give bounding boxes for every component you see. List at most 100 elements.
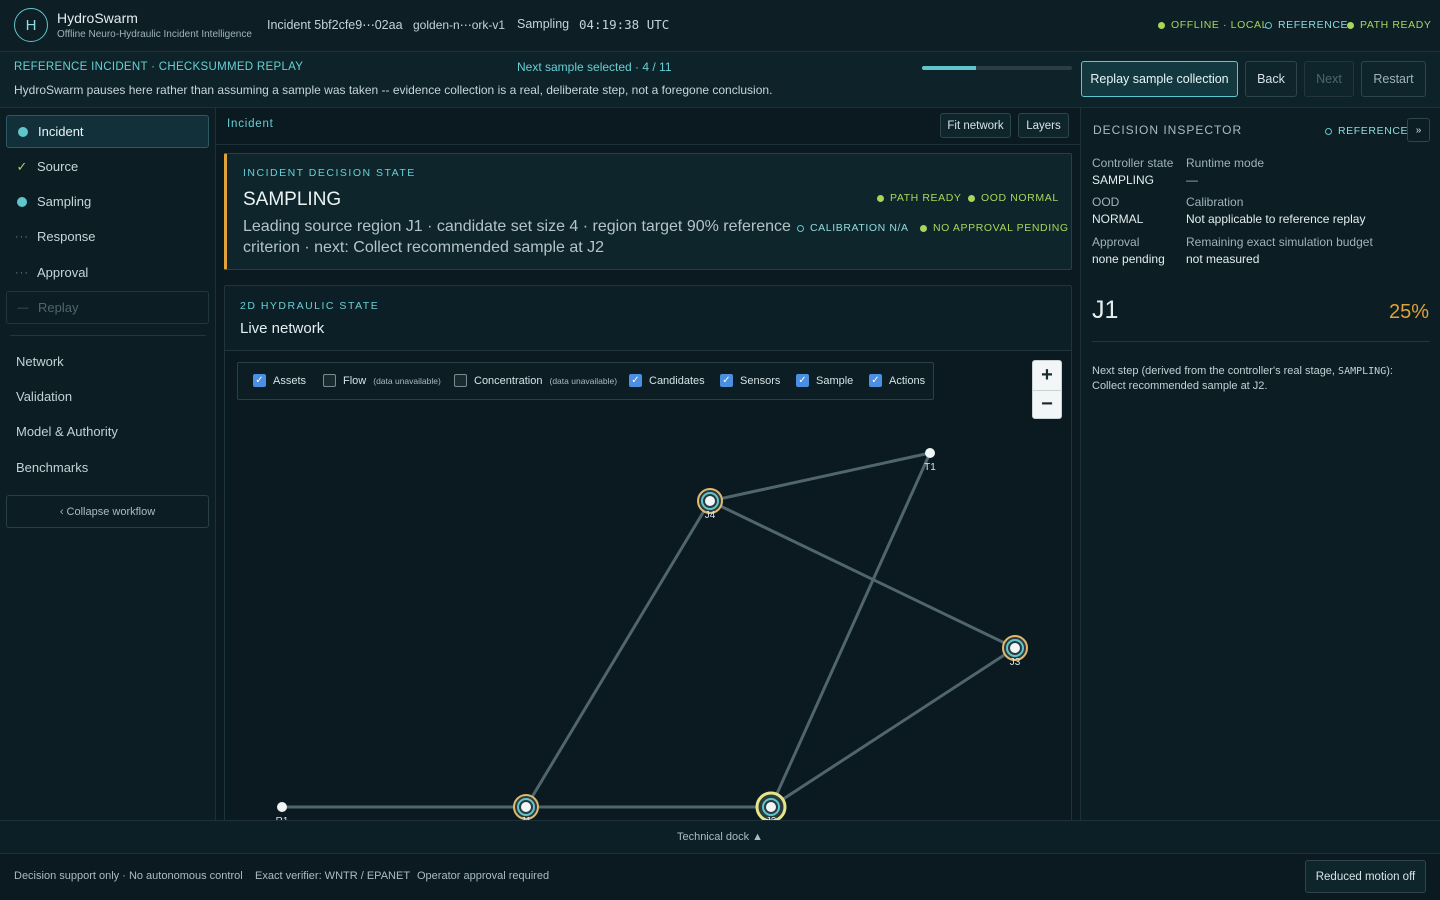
map-kicker: 2D HYDRAULIC STATE — [240, 300, 380, 312]
next-sample-text: Next sample selected · 4 / 11 — [517, 60, 672, 74]
layer-toggle-sample[interactable]: ✓ Sample — [796, 374, 853, 387]
app-logo: H — [14, 8, 48, 42]
workflow-item-incident[interactable]: Incident — [6, 115, 209, 148]
workflow-item-approval[interactable]: ··· Approval — [6, 256, 209, 289]
technical-dock[interactable]: Technical dock ▲ — [0, 820, 1440, 854]
layer-toggle-assets[interactable]: ✓ Assets — [253, 374, 306, 387]
status-ring-icon — [797, 224, 804, 232]
checkbox-checked-icon[interactable]: ✓ — [720, 374, 733, 387]
workflow-sidebar: Incident ✓ Source Sampling ··· Response … — [0, 108, 216, 820]
field-label: OOD — [1092, 195, 1120, 209]
workflow-item-replay[interactable]: — Replay — [6, 291, 209, 324]
layer-label: Assets — [273, 374, 307, 387]
zoom-in-button[interactable]: + — [1033, 361, 1061, 390]
layer-label: Actions — [889, 374, 926, 387]
replay-sample-button[interactable]: Replay sample collection — [1081, 61, 1238, 97]
workflow-item-response[interactable]: ··· Response — [6, 220, 209, 253]
main-panel: Incident Fit network Layers INCIDENT DEC… — [216, 108, 1080, 820]
decision-kicker: INCIDENT DECISION STATE — [243, 167, 416, 179]
collapse-workflow-button[interactable]: ‹ Collapse workflow — [6, 495, 209, 528]
sidebar-link-network[interactable]: Network — [16, 354, 64, 369]
pending-icon: ··· — [15, 230, 29, 243]
restart-button[interactable]: Restart — [1361, 61, 1426, 97]
decision-title: SAMPLING — [243, 189, 342, 210]
sidebar-link-validation[interactable]: Validation — [16, 389, 72, 404]
next-step-action: Collect recommended sample at J2. — [1092, 380, 1268, 392]
technical-dock-toggle[interactable]: Technical dock ▲ — [0, 831, 1440, 843]
sidebar-link-model-authority[interactable]: Model & Authority — [16, 424, 118, 439]
replay-progress — [922, 66, 1072, 70]
node-label: J3 — [1010, 657, 1021, 668]
field-label: Remaining exact simulation budget — [1186, 235, 1373, 249]
node-j1[interactable]: J1 — [513, 794, 539, 820]
layer-note: (data unavailable) — [549, 375, 618, 386]
pipe-J4-T1[interactable] — [709, 451, 931, 503]
layer-toggle-sensors[interactable]: ✓ Sensors — [720, 374, 780, 387]
field-value: Not applicable to reference replay — [1186, 212, 1366, 226]
layer-toggle-concentration[interactable]: Concentration (data unavailable) — [454, 374, 617, 387]
decision-body: Leading source region J1 · candidate set… — [243, 218, 791, 256]
next-step-text: Next step (derived from the controller's… — [1092, 365, 1393, 392]
checkbox-unchecked-icon[interactable] — [323, 374, 336, 387]
field-label: Approval — [1092, 235, 1140, 249]
expand-inspector-button[interactable]: » — [1407, 118, 1430, 142]
layer-label: Candidates — [649, 374, 705, 387]
field-label: Runtime mode — [1186, 156, 1265, 170]
workflow-item-source[interactable]: ✓ Source — [6, 150, 209, 183]
pipe-J1-J4[interactable] — [524, 500, 712, 808]
layer-toggle-flow[interactable]: Flow (data unavailable) — [323, 374, 441, 387]
map-header: 2D HYDRAULIC STATE Live network — [225, 286, 1071, 351]
stage-label: Sampling — [517, 17, 570, 31]
layer-toggle-candidates[interactable]: ✓ Candidates — [629, 374, 705, 387]
layer-toggle-actions[interactable]: ✓ Actions — [869, 374, 925, 387]
replay-progress-fill — [922, 66, 976, 70]
network-id: golden-n⋯ork-v1 — [413, 18, 506, 32]
layer-label: Concentration — [474, 374, 543, 387]
pipe-J4-J3[interactable] — [709, 499, 1016, 650]
network-map-card: J4 T1 J3 R1 J1 J2 2D HYDRAULIC STATE Live net… — [224, 285, 1072, 820]
sidebar-divider — [10, 335, 206, 336]
checkbox-checked-icon[interactable]: ✓ — [629, 374, 642, 387]
status-ring-icon — [1265, 21, 1272, 29]
next-step-stage: SAMPLING — [1338, 366, 1387, 377]
field-label: Controller state — [1092, 156, 1174, 170]
workflow-item-sampling[interactable]: Sampling — [6, 185, 209, 218]
node-label: J4 — [705, 510, 716, 521]
approval-badge: NO APPROVAL PENDING — [920, 222, 1069, 234]
checkbox-checked-icon[interactable]: ✓ — [796, 374, 809, 387]
layers-button[interactable]: Layers — [1018, 113, 1069, 138]
reduced-motion-button[interactable]: Reduced motion off — [1305, 860, 1426, 893]
workflow-item-label: Incident — [38, 124, 84, 139]
back-button[interactable]: Back — [1245, 61, 1297, 97]
next-button[interactable]: Next — [1304, 61, 1354, 97]
calibration-badge: CALIBRATION N/A — [797, 222, 909, 234]
node-j2[interactable]: J2 — [755, 791, 787, 820]
footer-approval: Operator approval required — [417, 870, 550, 882]
layer-note: (data unavailable) — [373, 375, 441, 386]
checkbox-checked-icon[interactable]: ✓ — [253, 374, 266, 387]
field-label: Calibration — [1186, 195, 1244, 209]
status-ring-icon — [1325, 127, 1332, 135]
layer-toggles: ✓ Assets Flow (data unavailable) Concentrati… — [237, 362, 934, 400]
checkbox-checked-icon[interactable]: ✓ — [869, 374, 882, 387]
workflow-item-label: Approval — [37, 265, 89, 280]
footer: Decision support only · No autonomous co… — [0, 854, 1440, 900]
node-j3[interactable]: J3 — [1002, 635, 1028, 668]
field-value: SAMPLING — [1092, 173, 1155, 187]
checkbox-unchecked-icon[interactable] — [454, 374, 467, 387]
main-divider — [216, 144, 1080, 145]
node-r1[interactable]: R1 — [276, 802, 289, 820]
tab-incident[interactable]: Incident — [227, 118, 274, 130]
sidebar-link-benchmarks[interactable]: Benchmarks — [16, 460, 88, 475]
inspector-reference-badge: REFERENCE — [1325, 125, 1408, 137]
banner-body: HydroSwarm pauses here rather than assum… — [14, 83, 773, 97]
pending-icon: ··· — [15, 266, 29, 279]
decision-inspector: DECISION INSPECTOR REFERENCE » Controlle… — [1080, 108, 1440, 820]
offline-status: OFFLINE · LOCAL — [1158, 19, 1268, 31]
zoom-control: + − — [1032, 360, 1062, 419]
disabled-dash-icon: — — [17, 301, 29, 314]
fit-network-button[interactable]: Fit network — [940, 113, 1011, 138]
app-name: HydroSwarm — [57, 10, 138, 26]
zoom-out-button[interactable]: − — [1033, 390, 1061, 419]
layer-label: Flow — [343, 374, 367, 387]
